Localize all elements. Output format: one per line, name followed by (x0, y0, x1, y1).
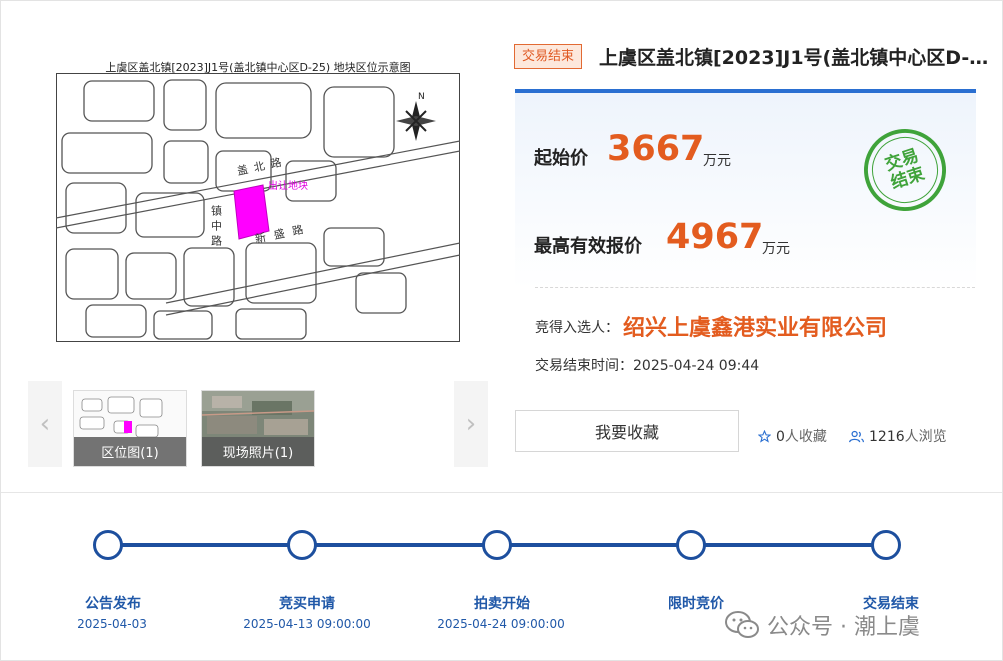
parcel-label: 出让地块 (268, 179, 308, 192)
timeline-node (676, 530, 706, 560)
road-zhenzhong-label: 镇中路 (210, 204, 223, 250)
thumbnail-location-map[interactable]: 区位图(1) (73, 390, 187, 467)
thumbnail-site-photo[interactable]: 现场照片(1) (201, 390, 315, 467)
winner-name: 绍兴上虞鑫港实业有限公司 (623, 316, 888, 341)
divider (535, 287, 975, 288)
start-price-unit: 万元 (703, 153, 731, 169)
favorite-count-suffix: 人收藏 (784, 429, 827, 445)
timeline-step-date: 2025-04-13 09:00:00 (243, 617, 371, 631)
listing-card: 上虞区盖北镇[2023]J1号(盖北镇中心区D-25) 地块区位示意图 出让地块… (0, 0, 1003, 661)
thumbnail-caption: 区位图(1) (74, 437, 186, 466)
stamp-text: 交易结束 (882, 145, 928, 194)
favorite-count: 0人收藏 (758, 426, 827, 446)
location-map[interactable]: 出让地块 盖北路 镇中路 新盛路 N (56, 53, 460, 343)
timeline-node (93, 530, 123, 560)
start-price-label: 起始价 (534, 148, 588, 169)
users-icon (849, 430, 864, 442)
timeline-node (482, 530, 512, 560)
chevron-left-icon: ‹ (39, 409, 51, 439)
gallery-prev-button[interactable]: ‹ (28, 381, 62, 467)
timeline-step-date: 2025-04-03 (77, 617, 147, 631)
timeline-step-label: 公告发布 (85, 596, 141, 612)
gallery-next-button[interactable]: › (454, 381, 488, 467)
favorite-button[interactable]: 我要收藏 (515, 410, 739, 452)
max-price-unit: 万元 (762, 241, 790, 257)
timeline-step-date: 2025-04-24 09:00:00 (437, 617, 565, 631)
view-count-value: 1216 (869, 429, 905, 445)
timeline-step-label: 竞买申请 (279, 596, 335, 612)
start-price-value: 3667 (607, 129, 705, 169)
wechat-icon (725, 611, 759, 638)
max-price-value: 4967 (666, 217, 764, 257)
view-count-suffix: 人浏览 (904, 429, 947, 445)
timeline-node (287, 530, 317, 560)
end-time-value: 2025-04-24 09:44 (633, 358, 760, 374)
watermark: 公众号 · 潮上虞 (725, 609, 920, 641)
listing-title: 上虞区盖北镇[2023]J1号(盖北镇中心区D-25) (599, 47, 989, 69)
star-icon (758, 429, 771, 443)
view-count: 1216人浏览 (849, 426, 947, 446)
status-badge: 交易结束 (514, 44, 583, 69)
timeline-node (871, 530, 901, 560)
favorite-count-value: 0 (776, 429, 785, 445)
end-time: 交易结束时间：2025-04-24 09:44 (535, 355, 759, 375)
winner-label: 竞得入选人： (535, 320, 619, 336)
end-time-label: 交易结束时间： (535, 358, 633, 374)
chevron-right-icon: › (465, 409, 477, 439)
thumbnail-caption: 现场照片(1) (202, 437, 314, 466)
max-price-label: 最高有效报价 (534, 236, 642, 257)
svg-text:N: N (418, 92, 425, 102)
timeline-step-label: 拍卖开始 (474, 596, 530, 612)
section-divider (1, 492, 1002, 493)
watermark-text: 公众号 · 潮上虞 (767, 615, 920, 640)
